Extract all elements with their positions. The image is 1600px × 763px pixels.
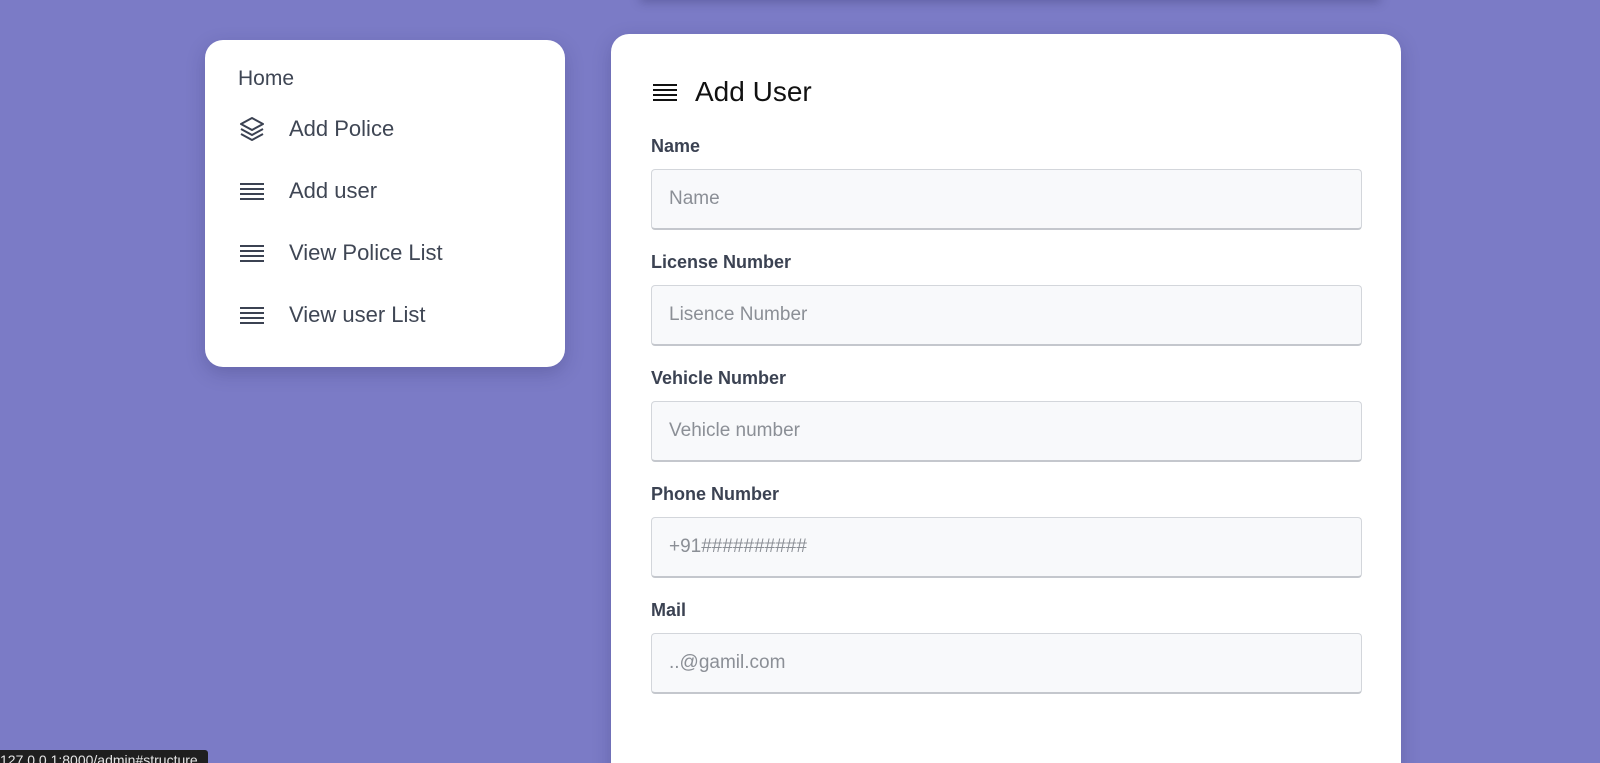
list-icon <box>238 177 266 205</box>
phone-number-field-group: Phone Number <box>651 484 1362 578</box>
sidebar-item-label: View Police List <box>289 240 443 265</box>
vehicle-number-input[interactable] <box>651 401 1362 462</box>
list-icon <box>651 78 679 106</box>
layers-icon <box>238 115 266 143</box>
list-icon <box>238 301 266 329</box>
phone-number-label: Phone Number <box>651 484 780 504</box>
sidebar-item-home[interactable]: Home <box>238 60 565 98</box>
mail-field-group: Mail <box>651 600 1362 694</box>
license-number-input[interactable] <box>651 285 1362 346</box>
sidebar: Home Add Police Add user View Police Lis… <box>205 40 565 367</box>
page-title: Add User <box>695 76 812 107</box>
list-icon <box>238 239 266 267</box>
vehicle-number-field-group: Vehicle Number <box>651 368 1362 462</box>
mail-label: Mail <box>651 600 687 620</box>
sidebar-item-view-police-list[interactable]: View Police List <box>238 222 565 284</box>
name-field-group: Name <box>651 136 1362 230</box>
name-label: Name <box>651 136 701 156</box>
form-header: Add User <box>651 76 1361 108</box>
add-user-form-card: Add User Name License Number Vehicle Num… <box>611 34 1401 763</box>
sidebar-item-add-police[interactable]: Add Police <box>238 98 565 160</box>
sidebar-item-label: Add Police <box>289 116 395 141</box>
sidebar-item-label: View user List <box>289 302 426 327</box>
vehicle-number-label: Vehicle Number <box>651 368 787 388</box>
sidebar-item-add-user[interactable]: Add user <box>238 160 565 222</box>
phone-number-input[interactable] <box>651 517 1362 578</box>
license-number-field-group: License Number <box>651 252 1362 346</box>
link-status-bar: 127.0.0.1:8000/admin#structure <box>0 750 208 763</box>
name-input[interactable] <box>651 169 1362 230</box>
mail-input[interactable] <box>651 633 1362 694</box>
license-number-label: License Number <box>651 252 792 272</box>
sidebar-item-label: Add user <box>289 178 378 203</box>
sidebar-item-view-user-list[interactable]: View user List <box>238 284 565 346</box>
